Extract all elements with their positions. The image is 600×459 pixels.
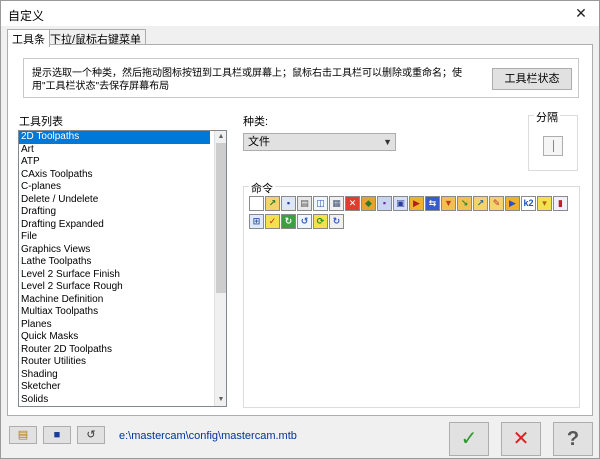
category-dropdown[interactable]: 文件 ▼ [243, 133, 396, 151]
save-some-icon[interactable]: ▣ [393, 196, 408, 211]
list-item[interactable]: Solids [19, 394, 210, 407]
merge-icon[interactable]: ◆ [361, 196, 376, 211]
page-setup-icon[interactable]: ▦ [329, 196, 344, 211]
print-icon[interactable]: ▤ [297, 196, 312, 211]
properties-icon[interactable]: ⊞ [249, 214, 264, 229]
tab-panel: 提示选取一个种类，然后拖动图标按钮到工具栏或屏幕上；鼠标右击工具栏可以删除或重命… [7, 44, 593, 416]
list-item[interactable]: Delete / Undelete [19, 194, 210, 207]
list-item[interactable]: Quick Masks [19, 331, 210, 344]
list-item[interactable]: Drafting Expanded [19, 219, 210, 232]
list-item[interactable]: C-planes [19, 181, 210, 194]
new-file-icon[interactable] [249, 196, 264, 211]
category-value: 文件 [248, 136, 270, 148]
convert-icon[interactable]: ⇆ [425, 196, 440, 211]
print-preview-icon[interactable]: ◫ [313, 196, 328, 211]
separator-label: 分隔 [534, 109, 560, 125]
commands-group: 命令 ↗ ▪ ▤ ◫ ▦ ✕ ◆ ▪ ▣ ▶ ⇆ ▼ ↘ ↗ ✎ ▶ k2 ▾ ▮ ⊞ ✓ ↻ ↺ ⟳ ↻ [243, 180, 580, 408]
regen-icon[interactable]: ⟳ [313, 214, 328, 229]
open-toolbar-file-button[interactable]: ▤ [9, 426, 37, 444]
hint-box: 提示选取一个种类，然后拖动图标按钮到工具栏或屏幕上；鼠标右击工具栏可以删除或重命… [23, 58, 579, 98]
save-icon: ■ [53, 429, 61, 441]
list-item[interactable]: Router 2D Toolpaths [19, 344, 210, 357]
title-bar: 自定义 ✕ [1, 1, 599, 26]
list-item[interactable]: CAxis Toolpaths [19, 169, 210, 182]
list-item[interactable]: Sketcher [19, 381, 210, 394]
list-item[interactable]: Level 2 Surface Rough [19, 281, 210, 294]
edit-file-icon[interactable]: ✎ [489, 196, 504, 211]
bottom-bar: ▤ ■ ↺ e:\mastercam\config\mastercam.mtb … [1, 417, 599, 459]
toolbar-list-label: 工具列表 [19, 116, 63, 128]
list-item[interactable]: Graphics Views [19, 244, 210, 257]
list-scrollbar[interactable]: ▲ ▼ [214, 131, 226, 406]
save-icon[interactable]: ▪ [281, 196, 296, 211]
list-item[interactable]: Router Utilities [19, 356, 210, 369]
toolbar-listbox[interactable]: 2D Toolpaths Art ATP CAxis Toolpaths C-plane… [18, 130, 227, 407]
separator-button[interactable] [543, 136, 563, 156]
refresh-green-icon[interactable]: ↻ [281, 214, 296, 229]
rotate-icon[interactable]: ↺ [297, 214, 312, 229]
scroll-thumb[interactable] [216, 143, 226, 293]
reset-button[interactable]: ↺ [77, 426, 105, 444]
exit-icon[interactable]: ▮ [553, 196, 568, 211]
close-button[interactable]: ✕ [567, 3, 595, 23]
commands-label: 命令 [249, 180, 275, 196]
save-toolbar-file-button[interactable]: ■ [43, 426, 71, 444]
checkmark-icon: ✓ [460, 428, 478, 450]
chevron-down-icon: ▼ [383, 137, 392, 147]
open-file-icon[interactable]: ↗ [265, 196, 280, 211]
trophy-icon[interactable]: ▾ [537, 196, 552, 211]
undo-icon: ↺ [86, 429, 96, 441]
hint-text: 提示选取一个种类，然后拖动图标按钮到工具栏或屏幕上；鼠标右击工具栏可以删除或重命… [32, 68, 462, 92]
tab-toolbars[interactable]: 工具条 [7, 29, 50, 47]
list-item[interactable]: Level 2 Surface Finish [19, 269, 210, 282]
save-as-icon[interactable]: ▪ [377, 196, 392, 211]
toolbar-list-items: 2D Toolpaths Art ATP CAxis Toolpaths C-plane… [19, 131, 226, 406]
list-item[interactable]: Machine Definition [19, 294, 210, 307]
list-item[interactable]: File [19, 231, 210, 244]
list-item[interactable]: 2D Toolpaths [19, 131, 210, 144]
cancel-x-icon: ✕ [512, 428, 530, 450]
browse-icon[interactable]: ↘ [457, 196, 472, 211]
ok-button[interactable]: ✓ [449, 422, 489, 456]
folder-open-icon: ▤ [17, 429, 29, 441]
list-item[interactable]: Multiax Toolpaths [19, 306, 210, 319]
scroll-down-icon[interactable]: ▼ [215, 394, 226, 406]
tab-menus[interactable]: 下拉/鼠标右键菜单 [45, 29, 147, 46]
list-item[interactable]: Art [19, 144, 210, 157]
help-icon: ? [566, 428, 580, 450]
toolbar-state-button[interactable]: 工具栏状态 [492, 68, 572, 90]
open-external-icon[interactable]: ↗ [473, 196, 488, 211]
list-item[interactable]: Lathe Toolpaths [19, 256, 210, 269]
customize-dialog: 自定义 ✕ 工具条 下拉/鼠标右键菜单 提示选取一个种类，然后拖动图标按钮到工具… [0, 0, 600, 459]
list-item[interactable]: Shading [19, 369, 210, 382]
list-item[interactable]: ATP [19, 156, 210, 169]
window-title: 自定义 [8, 9, 45, 23]
list-item[interactable]: Planes [19, 319, 210, 332]
cancel-button[interactable]: ✕ [501, 422, 541, 456]
recent-files-icon[interactable]: ▶ [505, 196, 520, 211]
help-button[interactable]: ? [553, 422, 593, 456]
version-icon[interactable]: k2 [521, 196, 536, 211]
export-icon[interactable]: ▶ [409, 196, 424, 211]
category-label: 种类: [243, 116, 269, 128]
scroll-up-icon[interactable]: ▲ [215, 131, 226, 143]
delete-file-icon[interactable]: ✕ [345, 196, 360, 211]
toolbar-file-path: e:\mastercam\config\mastercam.mtb [119, 430, 297, 442]
import-folder-icon[interactable]: ▼ [441, 196, 456, 211]
separator-group: 分隔 [528, 109, 578, 171]
checkmark-icon[interactable]: ✓ [265, 214, 280, 229]
list-item[interactable]: Drafting [19, 206, 210, 219]
cycle-icon[interactable]: ↻ [329, 214, 344, 229]
